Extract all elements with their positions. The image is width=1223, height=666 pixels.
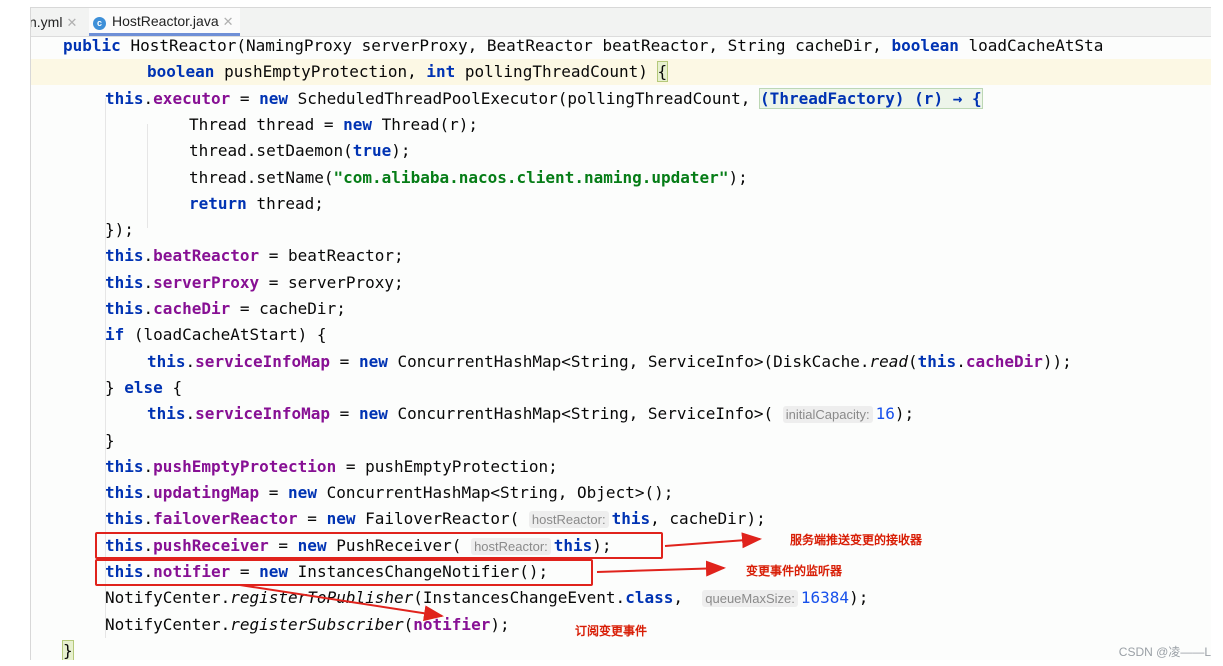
annotation-notifier: 变更事件的监听器 — [746, 564, 843, 578]
arrow-notifier — [596, 560, 726, 577]
annotation-push-receiver: 服务端推送变更的接收器 — [790, 533, 923, 547]
annotation-subscriber: 订阅变更事件 — [575, 624, 648, 638]
watermark: CSDN @凌——L — [1118, 645, 1211, 659]
arrow-subscriber — [239, 584, 444, 622]
annotation-arrows — [239, 532, 762, 622]
arrow-push-receiver — [664, 532, 762, 549]
